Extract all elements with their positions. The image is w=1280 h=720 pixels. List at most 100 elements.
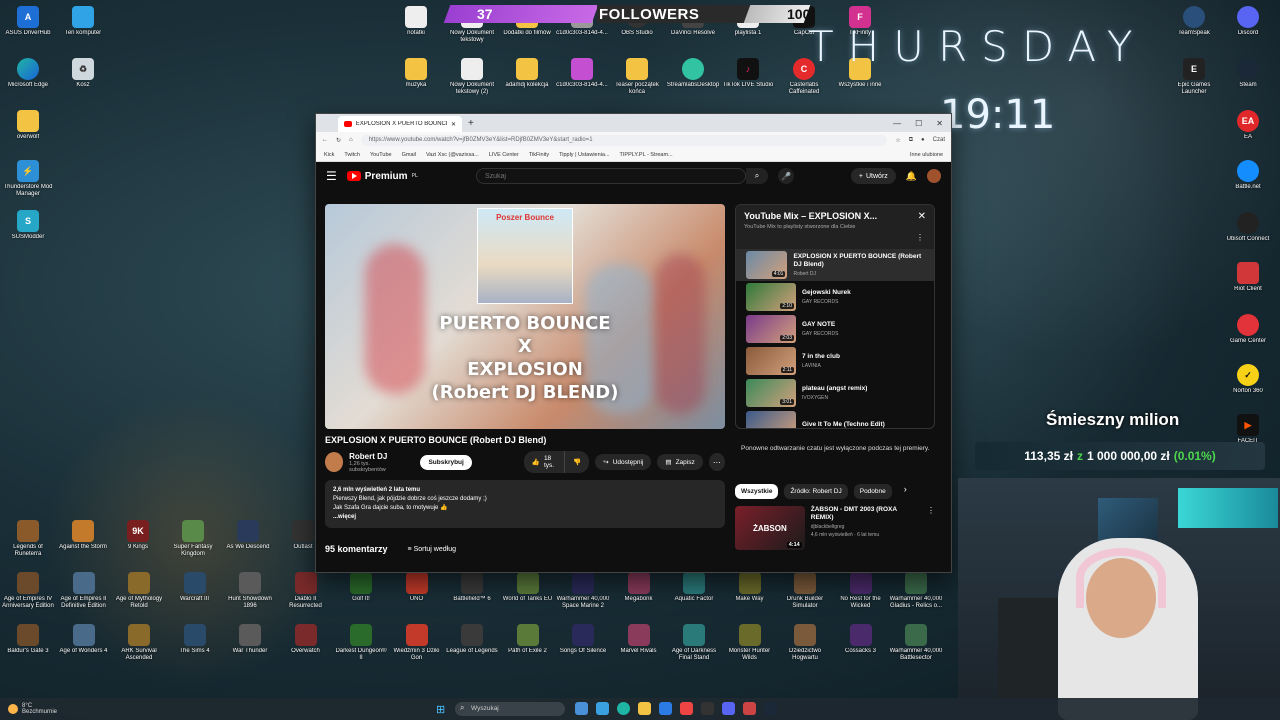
- desktop-icon-game[interactable]: League of Legends: [444, 624, 500, 655]
- chevron-right-icon[interactable]: ›: [904, 484, 907, 499]
- desktop-icon-game[interactable]: Age of Wonders 4: [56, 624, 112, 655]
- bookmark-item[interactable]: YouTube: [370, 152, 392, 158]
- taskbar-search[interactable]: Wyszukaj: [455, 702, 565, 716]
- channel-name[interactable]: Robert DJ: [349, 452, 402, 461]
- avatar[interactable]: [927, 169, 941, 183]
- desktop-icon-game[interactable]: Super Fantasy Kingdom: [165, 520, 221, 558]
- playlist-item[interactable]: 2:10 Gejowski Nurek GAY RECORDS: [736, 281, 934, 313]
- task-view-icon[interactable]: [575, 702, 588, 715]
- channel-avatar[interactable]: [325, 452, 344, 472]
- desktop-icon-ubisoft[interactable]: Ubisoft Connect: [1220, 212, 1276, 243]
- desktop-icon-game[interactable]: Legends of Runeterra: [0, 520, 56, 558]
- bookmark-item[interactable]: Tipply | Ustawienia...: [559, 152, 609, 158]
- share-button[interactable]: ↪ Udostępnij: [595, 454, 652, 470]
- copilot-button[interactable]: Czat: [933, 137, 945, 143]
- search-input[interactable]: [475, 168, 746, 184]
- show-more-link[interactable]: ...więcej: [333, 513, 717, 522]
- desktop-icon-game[interactable]: 9K 9 Kings: [110, 520, 166, 551]
- desktop-icon-game[interactable]: Age of Darkness Final Stand: [666, 624, 722, 662]
- desktop-icon-overwolf[interactable]: overwolf: [0, 110, 56, 141]
- browser-tab[interactable]: EXPLOSION X PUERTO BOUNCE ✕: [338, 116, 462, 132]
- maximize-icon[interactable]: ☐: [915, 119, 922, 128]
- chip-source[interactable]: Źródło: Robert DJ: [784, 484, 848, 499]
- desktop-icon-game[interactable]: Diablo II Resurrected: [278, 572, 334, 610]
- more-actions-icon[interactable]: ⋯: [708, 453, 725, 471]
- desktop-icon-game[interactable]: Against the Storm: [55, 520, 111, 551]
- video-player[interactable]: Poszer Bounce PUERTO BOUNCE X EXPLOSION …: [325, 204, 725, 429]
- desktop-icon-steam[interactable]: Steam: [1220, 58, 1276, 89]
- windows-start-icon[interactable]: ⊞: [436, 703, 445, 716]
- bell-icon[interactable]: 🔔: [906, 171, 917, 182]
- desktop-icon-game[interactable]: World of Tanks EU: [500, 572, 556, 603]
- bookmark-item[interactable]: LIVE Center: [489, 152, 519, 158]
- playlist-item[interactable]: 4:01 EXPLOSION X PUERTO BOUNCE (Robert DJ…: [736, 249, 934, 281]
- desktop-icon-game[interactable]: Aquatic Factor: [666, 572, 722, 603]
- desktop-icon-notatki[interactable]: notatki: [388, 6, 444, 37]
- widgets-icon[interactable]: [596, 702, 609, 715]
- url-field[interactable]: https://www.youtube.com/watch?v=jfB0ZMV3…: [360, 134, 888, 146]
- new-tab-icon[interactable]: +: [468, 118, 474, 129]
- playlist-item[interactable]: Give It To Me (Techno Edit): [736, 409, 934, 428]
- desktop-icon-teaser[interactable]: Teaser początek końca: [609, 58, 665, 96]
- desktop-icon-game[interactable]: ARK Survival Ascended: [111, 624, 167, 662]
- desktop-icon-game[interactable]: Warhammer 40,000 Battlesector: [888, 624, 944, 662]
- microphone-icon[interactable]: 🎤: [777, 168, 794, 184]
- desktop-icon-game[interactable]: The Sims 4: [167, 624, 223, 655]
- minimize-icon[interactable]: —: [893, 119, 901, 128]
- desktop-icon-game[interactable]: Cossacks 3: [833, 624, 889, 655]
- store-icon[interactable]: [659, 702, 672, 715]
- desktop-icon-game[interactable]: Drunk Builder Simulator: [777, 572, 833, 610]
- hamburger-menu-icon[interactable]: ☰: [326, 169, 337, 183]
- desktop-icon-game[interactable]: Warhammer 40,000 Space Marine 2: [555, 572, 611, 610]
- desktop-icon-game-center[interactable]: Game Center: [1220, 314, 1276, 345]
- desktop-icon-game[interactable]: War Thunder: [222, 624, 278, 655]
- like-button[interactable]: 👍 18 tys.: [523, 451, 566, 473]
- edge-icon[interactable]: [617, 702, 630, 715]
- playlist-item[interactable]: 2:11 7 in the club LAVINIA: [736, 345, 934, 377]
- desktop-icon-game[interactable]: Age of Empires IV Anniversary Edition: [0, 572, 56, 610]
- save-button[interactable]: ▤ Zapisz: [657, 454, 703, 470]
- close-window-icon[interactable]: ✕: [936, 119, 943, 128]
- kebab-menu-icon[interactable]: ⋮: [927, 506, 935, 550]
- desktop-icon-edge[interactable]: Microsoft Edge: [0, 58, 56, 89]
- desktop-icon-tiktok-studio[interactable]: ♪ TikTok LIVE Studio: [720, 58, 776, 89]
- bookmark-item[interactable]: TikFinity: [529, 152, 549, 158]
- desktop-icon-file-b[interactable]: c1d0c303-814d-4...: [554, 58, 610, 89]
- app-icon[interactable]: [743, 702, 756, 715]
- desktop-icon-game[interactable]: Wiedźmin 3 Dziki Gon: [389, 624, 445, 662]
- recommended-video[interactable]: ŻABSON 4:14 ŻABSON - DMT 2003 (ROXA REMI…: [735, 506, 935, 550]
- close-icon[interactable]: ✕: [918, 211, 926, 222]
- desktop-icon-teamspeak[interactable]: TeamSpeak: [1166, 6, 1222, 37]
- app-icon[interactable]: [680, 702, 693, 715]
- desktop-icon-muzyka[interactable]: muzyka: [388, 58, 444, 89]
- desktop-icon-game[interactable]: No Rest for the Wicked: [833, 572, 889, 610]
- desktop-icon-game[interactable]: Path of Exile 2: [500, 624, 556, 655]
- chip-related[interactable]: Podobne: [853, 484, 892, 499]
- desktop-icon-susmodder[interactable]: S SUSModder: [0, 210, 56, 241]
- file-explorer-icon[interactable]: [638, 702, 651, 715]
- description-box[interactable]: 2,6 mln wyświetleń 2 lata temu Pierwszy …: [325, 480, 725, 528]
- kebab-menu-icon[interactable]: ⋮: [916, 233, 924, 242]
- desktop-icon-norton[interactable]: ✓ Norton 360: [1220, 364, 1276, 395]
- desktop-icon-riot[interactable]: Riot Client: [1220, 262, 1276, 293]
- desktop-icon-thunderstore[interactable]: ⚡ Thunderstore Mod Manager: [0, 160, 56, 198]
- bookmark-item[interactable]: TIPPLY.PL - Stream...: [620, 152, 673, 158]
- desktop-icon-game[interactable]: Warcraft III: [167, 572, 223, 603]
- desktop-icon-game[interactable]: Monster Hunter Wilds: [722, 624, 778, 662]
- desktop-icon-game[interactable]: Marvel Rivals: [611, 624, 667, 655]
- extensions-icon[interactable]: ⧉: [909, 137, 913, 144]
- desktop-icon-epic[interactable]: E Epic Games Launcher: [1166, 58, 1222, 96]
- desktop-icon-game[interactable]: Make Way: [722, 572, 778, 603]
- desktop-icon-game[interactable]: Battlefield™ 6: [444, 572, 500, 603]
- youtube-logo[interactable]: Premium PL: [346, 171, 418, 182]
- desktop-icon-faceit[interactable]: ▶ FACEIT: [1220, 414, 1276, 445]
- desktop-icon-game[interactable]: UNO: [389, 572, 445, 603]
- desktop-icon-game[interactable]: Songs Of Silence: [555, 624, 611, 655]
- desktop-icon-game[interactable]: Megabonk: [611, 572, 667, 603]
- home-icon[interactable]: ⌂: [349, 137, 353, 143]
- playlist-item[interactable]: 2:03 GAY NOTE GAY RECORDS: [736, 313, 934, 345]
- sort-button[interactable]: ≡ Sortuj według: [408, 546, 456, 553]
- bookmark-item[interactable]: Vazi Xsc (@vazixsa...: [426, 152, 479, 158]
- desktop-icon-asus[interactable]: A ASUS DriverHub: [0, 6, 56, 37]
- desktop-icon-game[interactable]: As We Descend: [220, 520, 276, 551]
